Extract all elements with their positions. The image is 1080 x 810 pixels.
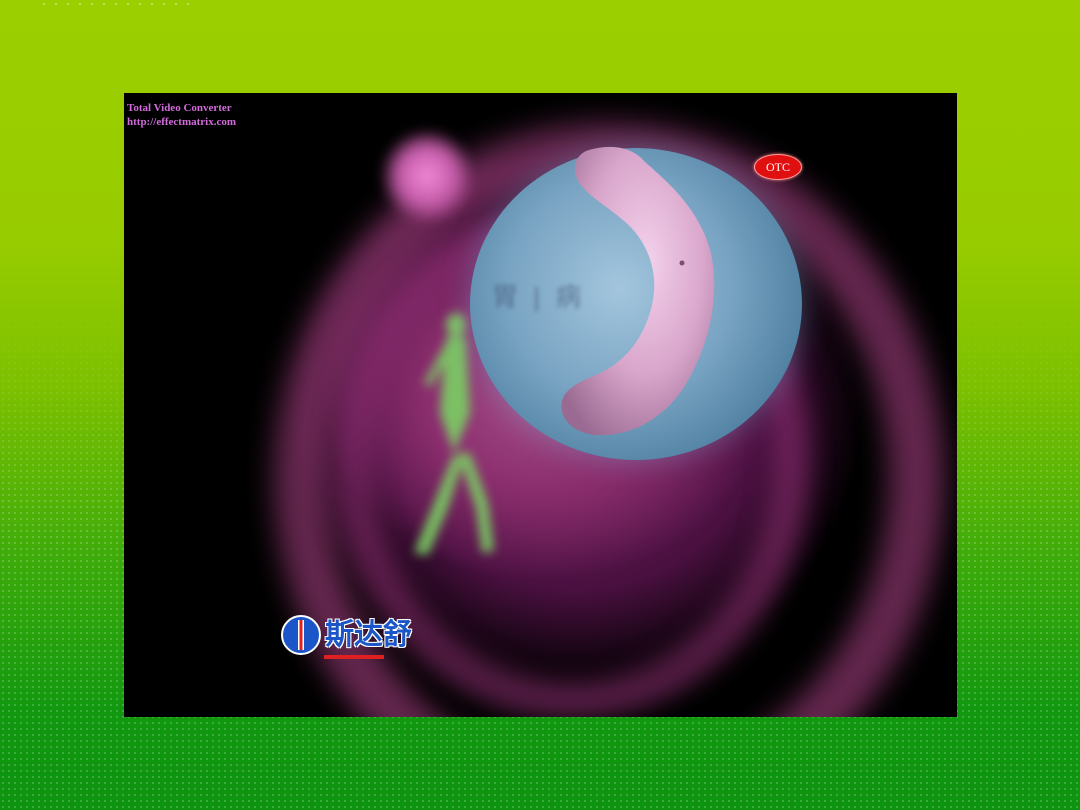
watermark-title: Total Video Converter [127, 102, 232, 114]
otc-badge: OTC [754, 154, 802, 180]
stomach-illustration [561, 146, 715, 436]
brand-logo-icon [281, 615, 321, 655]
pink-glow-orb [382, 131, 472, 221]
converter-watermark: Total Video Converter http://effectmatri… [127, 101, 236, 129]
brand-underline [324, 655, 384, 659]
decorative-top-dots [38, 0, 198, 8]
brand-name: 斯达舒 [325, 619, 413, 651]
brand-logo-block: 斯达舒 [280, 610, 412, 660]
watermark-url: http://effectmatrix.com [127, 116, 237, 128]
video-frame[interactable]: 胃 | 病 Total Video Converter http://effec… [124, 93, 957, 717]
